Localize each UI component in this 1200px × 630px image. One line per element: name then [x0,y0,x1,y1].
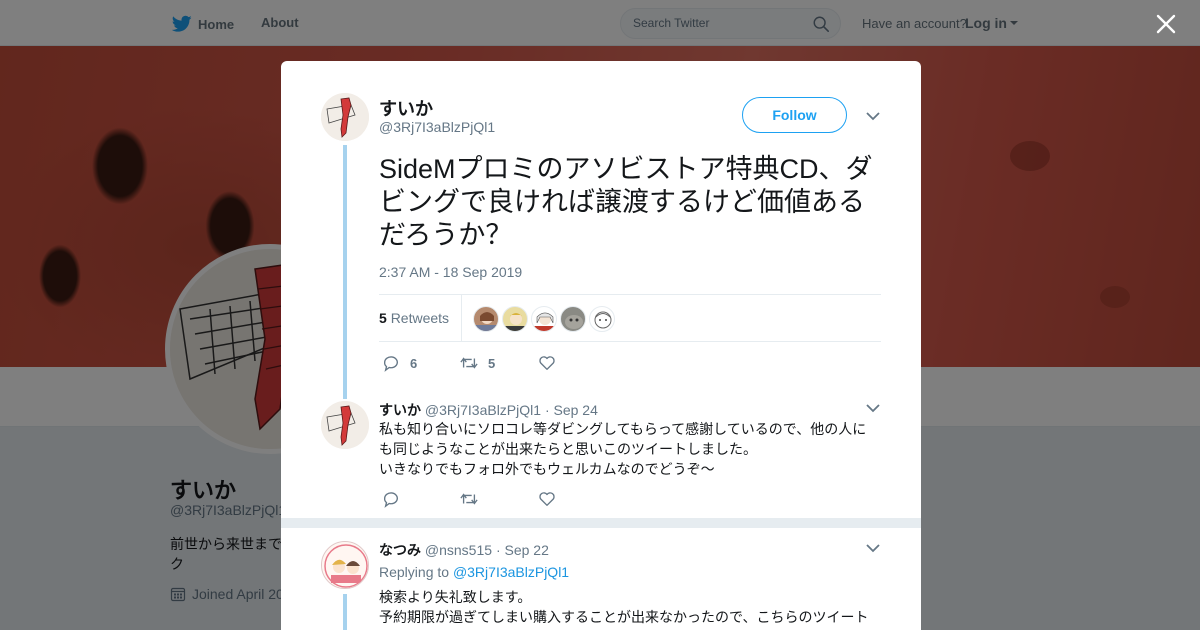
retweeter-avatar[interactable] [531,306,557,332]
replying-prefix: Replying to [379,564,450,580]
tweet-actions: 6 5 [382,354,616,372]
reply-author-name[interactable]: すいか [379,402,421,418]
reply-count: 6 [410,355,418,371]
retweet-stat[interactable]: 5 Retweets [379,310,449,326]
reply-text: 検索より失礼致します。 予約期限が過ぎてしまい購入することが出来なかったので、こ… [379,589,869,625]
reply-icon [384,492,398,508]
retweet-stat-count: 5 [379,310,387,326]
reply-author-name[interactable]: なつみ [379,542,421,558]
reply-author-handle[interactable]: @nsns515 [425,542,492,558]
reply-author-avatar[interactable] [321,401,369,449]
tweet-timestamp[interactable]: 2:37 AM - 18 Sep 2019 [379,264,522,280]
retweeter-avatar[interactable] [589,306,615,332]
follow-button[interactable]: Follow [742,97,847,133]
reply-text: 私も知り合いにソロコレ等ダビングしてもらって感謝しているので、他の人にも同じよう… [379,421,867,477]
retweeter-avatar[interactable] [560,306,586,332]
retweet-action[interactable]: 5 [460,354,498,372]
anime-avatar-icon [322,542,368,588]
like-icon [539,356,555,370]
thread-line [343,594,347,630]
watermelon-avatar-icon [321,401,369,449]
reply-icon [384,356,398,372]
retweet-count: 5 [488,355,496,371]
chevron-down-icon[interactable] [866,544,880,553]
tweet-stats: 5 Retweets [379,294,881,342]
retweet-action[interactable] [460,490,488,508]
tweet-author-name[interactable]: すいか [379,95,433,121]
tweet-permalink-modal: すいか @3Rj7I3aBlzPjQl1 Follow SideMプロミのアソビ… [281,61,921,630]
reply-date[interactable]: · Sep 24 [545,402,598,418]
tweet-author-avatar[interactable] [321,93,369,141]
retweeter-avatar[interactable] [502,306,528,332]
retweet-stat-label: Retweets [390,310,450,326]
reply-header: なつみ @nsns515 · Sep 22 [379,540,549,560]
conversation-separator [281,518,921,528]
replying-to: Replying to @3Rj7I3aBlzPjQl1 [379,564,569,580]
watermelon-avatar-icon [321,93,369,141]
chevron-down-icon[interactable] [866,404,880,413]
like-icon [539,492,555,506]
reply-date[interactable]: · Sep 22 [496,542,549,558]
reply-header: すいか @3Rj7I3aBlzPjQl1 · Sep 24 [379,400,598,420]
close-icon[interactable] [1155,13,1177,35]
tweet-author-handle[interactable]: @3Rj7I3aBlzPjQl1 [379,119,495,135]
replying-to-link[interactable]: @3Rj7I3aBlzPjQl1 [453,564,569,580]
reply-actions [382,490,606,508]
reply-author-avatar[interactable] [321,541,369,589]
thread-line [343,145,347,399]
retweet-icon [460,493,478,505]
like-action[interactable] [538,354,576,372]
retweeter-avatar[interactable] [473,306,499,332]
like-action[interactable] [538,490,566,508]
retweet-icon [460,357,478,369]
reply-action[interactable]: 6 [382,354,420,372]
tweet-text: SideMプロミのアソビストア特典CD、ダビングで良ければ譲渡するけど価値あるだ… [379,154,873,250]
reply-action[interactable] [382,490,410,508]
chevron-down-icon[interactable] [866,112,880,121]
reply-author-handle[interactable]: @3Rj7I3aBlzPjQl1 [425,402,541,418]
